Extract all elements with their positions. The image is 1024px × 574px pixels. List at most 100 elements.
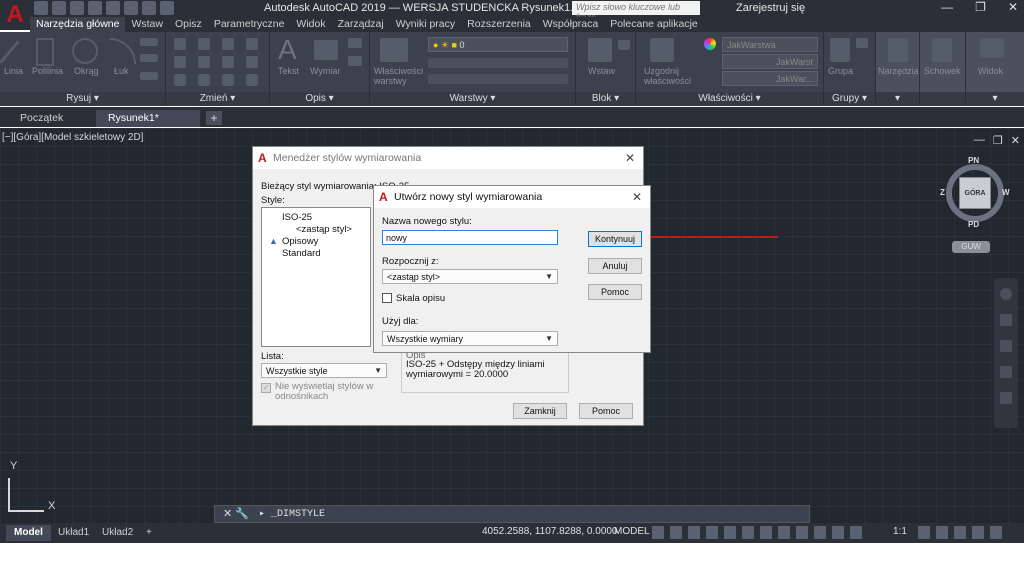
line-icon[interactable] xyxy=(0,40,20,64)
erase-icon[interactable] xyxy=(246,38,258,50)
list-dropdown[interactable]: Wszystkie style ▼ xyxy=(261,363,387,378)
copy-icon[interactable] xyxy=(174,56,186,68)
compass-west[interactable]: Z xyxy=(940,188,945,197)
print-icon[interactable] xyxy=(124,1,138,15)
signin-link[interactable]: Zarejestruj się xyxy=(736,2,805,14)
new-layout-button[interactable]: + xyxy=(138,525,160,541)
compass-south[interactable]: PD xyxy=(968,220,979,229)
group-icon[interactable] xyxy=(830,38,850,62)
command-line[interactable]: ✕ 🔧 ▸ _DIMSTYLE xyxy=(214,505,810,523)
workspace-icon[interactable] xyxy=(918,526,930,539)
calculator-icon[interactable] xyxy=(888,38,908,62)
fillet-icon[interactable] xyxy=(222,56,234,68)
layer-properties-icon[interactable] xyxy=(380,38,408,62)
object-track-icon[interactable] xyxy=(742,526,754,539)
hide-xref-checkbox[interactable]: ✓ xyxy=(261,383,271,393)
tab-manage[interactable]: Zarządzaj xyxy=(332,17,390,32)
annotative-checkbox[interactable] xyxy=(382,293,392,303)
maximize-button[interactable]: ❐ xyxy=(975,0,986,14)
tab-start[interactable]: Początek xyxy=(8,110,75,127)
model-space-toggle[interactable]: MODEL xyxy=(614,526,650,537)
stretch-icon[interactable] xyxy=(174,74,186,86)
tab-parametric[interactable]: Parametryczne xyxy=(208,17,291,32)
continue-button[interactable]: Kontynuuj xyxy=(588,231,642,247)
new-icon[interactable] xyxy=(34,1,48,15)
lineweight-icon[interactable] xyxy=(778,526,790,539)
group-annotation-title[interactable]: Opis ▾ xyxy=(270,92,369,106)
tab-annotate[interactable]: Opisz xyxy=(169,17,208,32)
trim-icon[interactable] xyxy=(222,38,234,50)
quick-access-toolbar[interactable] xyxy=(34,1,174,15)
tab-view[interactable]: Widok xyxy=(290,17,331,32)
autocad-logo-icon[interactable]: A xyxy=(0,0,30,30)
grid-icon[interactable] xyxy=(652,526,664,539)
style-item-iso25[interactable]: ISO-25 xyxy=(282,212,312,223)
command-close-icon[interactable]: ✕ 🔧 xyxy=(223,507,249,520)
scale-icon[interactable] xyxy=(198,74,210,86)
pan-icon[interactable] xyxy=(1000,314,1012,326)
arc-icon[interactable] xyxy=(110,38,136,64)
close-button[interactable]: ✕ xyxy=(1008,0,1018,14)
snap-icon[interactable] xyxy=(670,526,682,539)
search-input[interactable]: Wpisz słowo kluczowe lub frazę xyxy=(572,1,700,22)
transparency-icon[interactable] xyxy=(796,526,808,539)
group-utilities-title[interactable]: ▾ xyxy=(876,92,919,106)
clipboard-icon[interactable] xyxy=(932,38,952,62)
wcs-menu[interactable]: GUW xyxy=(952,241,990,253)
isodraft-icon[interactable] xyxy=(724,526,736,539)
mirror-icon[interactable] xyxy=(198,56,210,68)
osnap-icon[interactable] xyxy=(760,526,772,539)
auto-scale-icon[interactable] xyxy=(850,526,862,539)
leader-icon[interactable] xyxy=(348,38,362,48)
ungroup-icon[interactable] xyxy=(856,38,868,48)
isolate-icon[interactable] xyxy=(954,526,966,539)
open-icon[interactable] xyxy=(52,1,66,15)
dialog-close-icon[interactable]: ✕ xyxy=(625,147,635,169)
style-item-standard[interactable]: Standard xyxy=(282,248,321,259)
rectangle-icon[interactable] xyxy=(140,38,158,46)
group-properties-title[interactable]: Właściwości ▾ xyxy=(636,92,823,106)
offset-icon[interactable] xyxy=(246,74,258,86)
table-annot-icon[interactable] xyxy=(348,56,362,66)
tab-drawing1[interactable]: Rysunek1* xyxy=(96,110,200,127)
start-with-dropdown[interactable]: <zastąp styl> ▼ xyxy=(382,269,558,284)
layout-tab-2[interactable]: Układ2 xyxy=(94,525,141,541)
orbit-icon[interactable] xyxy=(1000,366,1012,378)
tab-insert[interactable]: Wstaw xyxy=(125,17,169,32)
viewcube[interactable]: GÓRA PN PD W Z xyxy=(940,156,1010,229)
group-block-title[interactable]: Blok ▾ xyxy=(576,92,635,106)
linetype-dropdown[interactable]: JakWarst xyxy=(722,54,818,69)
fullscreen-icon[interactable] xyxy=(972,526,984,539)
new-style-name-input[interactable]: nowy xyxy=(382,230,558,245)
selection-cycling-icon[interactable] xyxy=(814,526,826,539)
create-block-icon[interactable] xyxy=(618,40,630,50)
viewport-minimize-icon[interactable]: — xyxy=(974,134,985,147)
undo-icon[interactable] xyxy=(142,1,156,15)
viewport-controls[interactable]: [−][Góra][Model szkieletowy 2D] xyxy=(2,132,143,143)
text-icon[interactable]: A xyxy=(278,34,297,66)
table-icon[interactable] xyxy=(140,72,158,80)
compass-north[interactable]: PN xyxy=(968,156,979,165)
move-icon[interactable] xyxy=(174,38,186,50)
close-dialog-button[interactable]: Zamknij xyxy=(513,403,567,419)
color-dropdown[interactable]: JakWarstwa xyxy=(722,37,818,52)
layer-tools-row2[interactable] xyxy=(428,74,568,84)
insert-block-icon[interactable] xyxy=(588,38,612,62)
annotation-scale[interactable]: 1:1 xyxy=(893,526,907,537)
polar-icon[interactable] xyxy=(706,526,718,539)
viewcube-top-face[interactable]: GÓRA xyxy=(959,177,991,209)
layout-tab-model[interactable]: Model xyxy=(6,525,51,541)
layout-tab-1[interactable]: Układ1 xyxy=(50,525,97,541)
group-clipboard-title[interactable] xyxy=(920,92,965,106)
cancel-button[interactable]: Anuluj xyxy=(588,258,642,274)
dimension-icon[interactable] xyxy=(314,40,338,60)
rotate-icon[interactable] xyxy=(198,38,210,50)
hatch-icon[interactable] xyxy=(140,54,158,62)
save-as-icon[interactable] xyxy=(88,1,102,15)
save-icon[interactable] xyxy=(70,1,84,15)
new-tab-button[interactable]: + xyxy=(206,111,222,125)
new-style-help-button[interactable]: Pomoc xyxy=(588,284,642,300)
compass-east[interactable]: W xyxy=(1002,188,1010,197)
zoom-extents-icon[interactable] xyxy=(1000,340,1012,352)
cloud-icon[interactable] xyxy=(106,1,120,15)
